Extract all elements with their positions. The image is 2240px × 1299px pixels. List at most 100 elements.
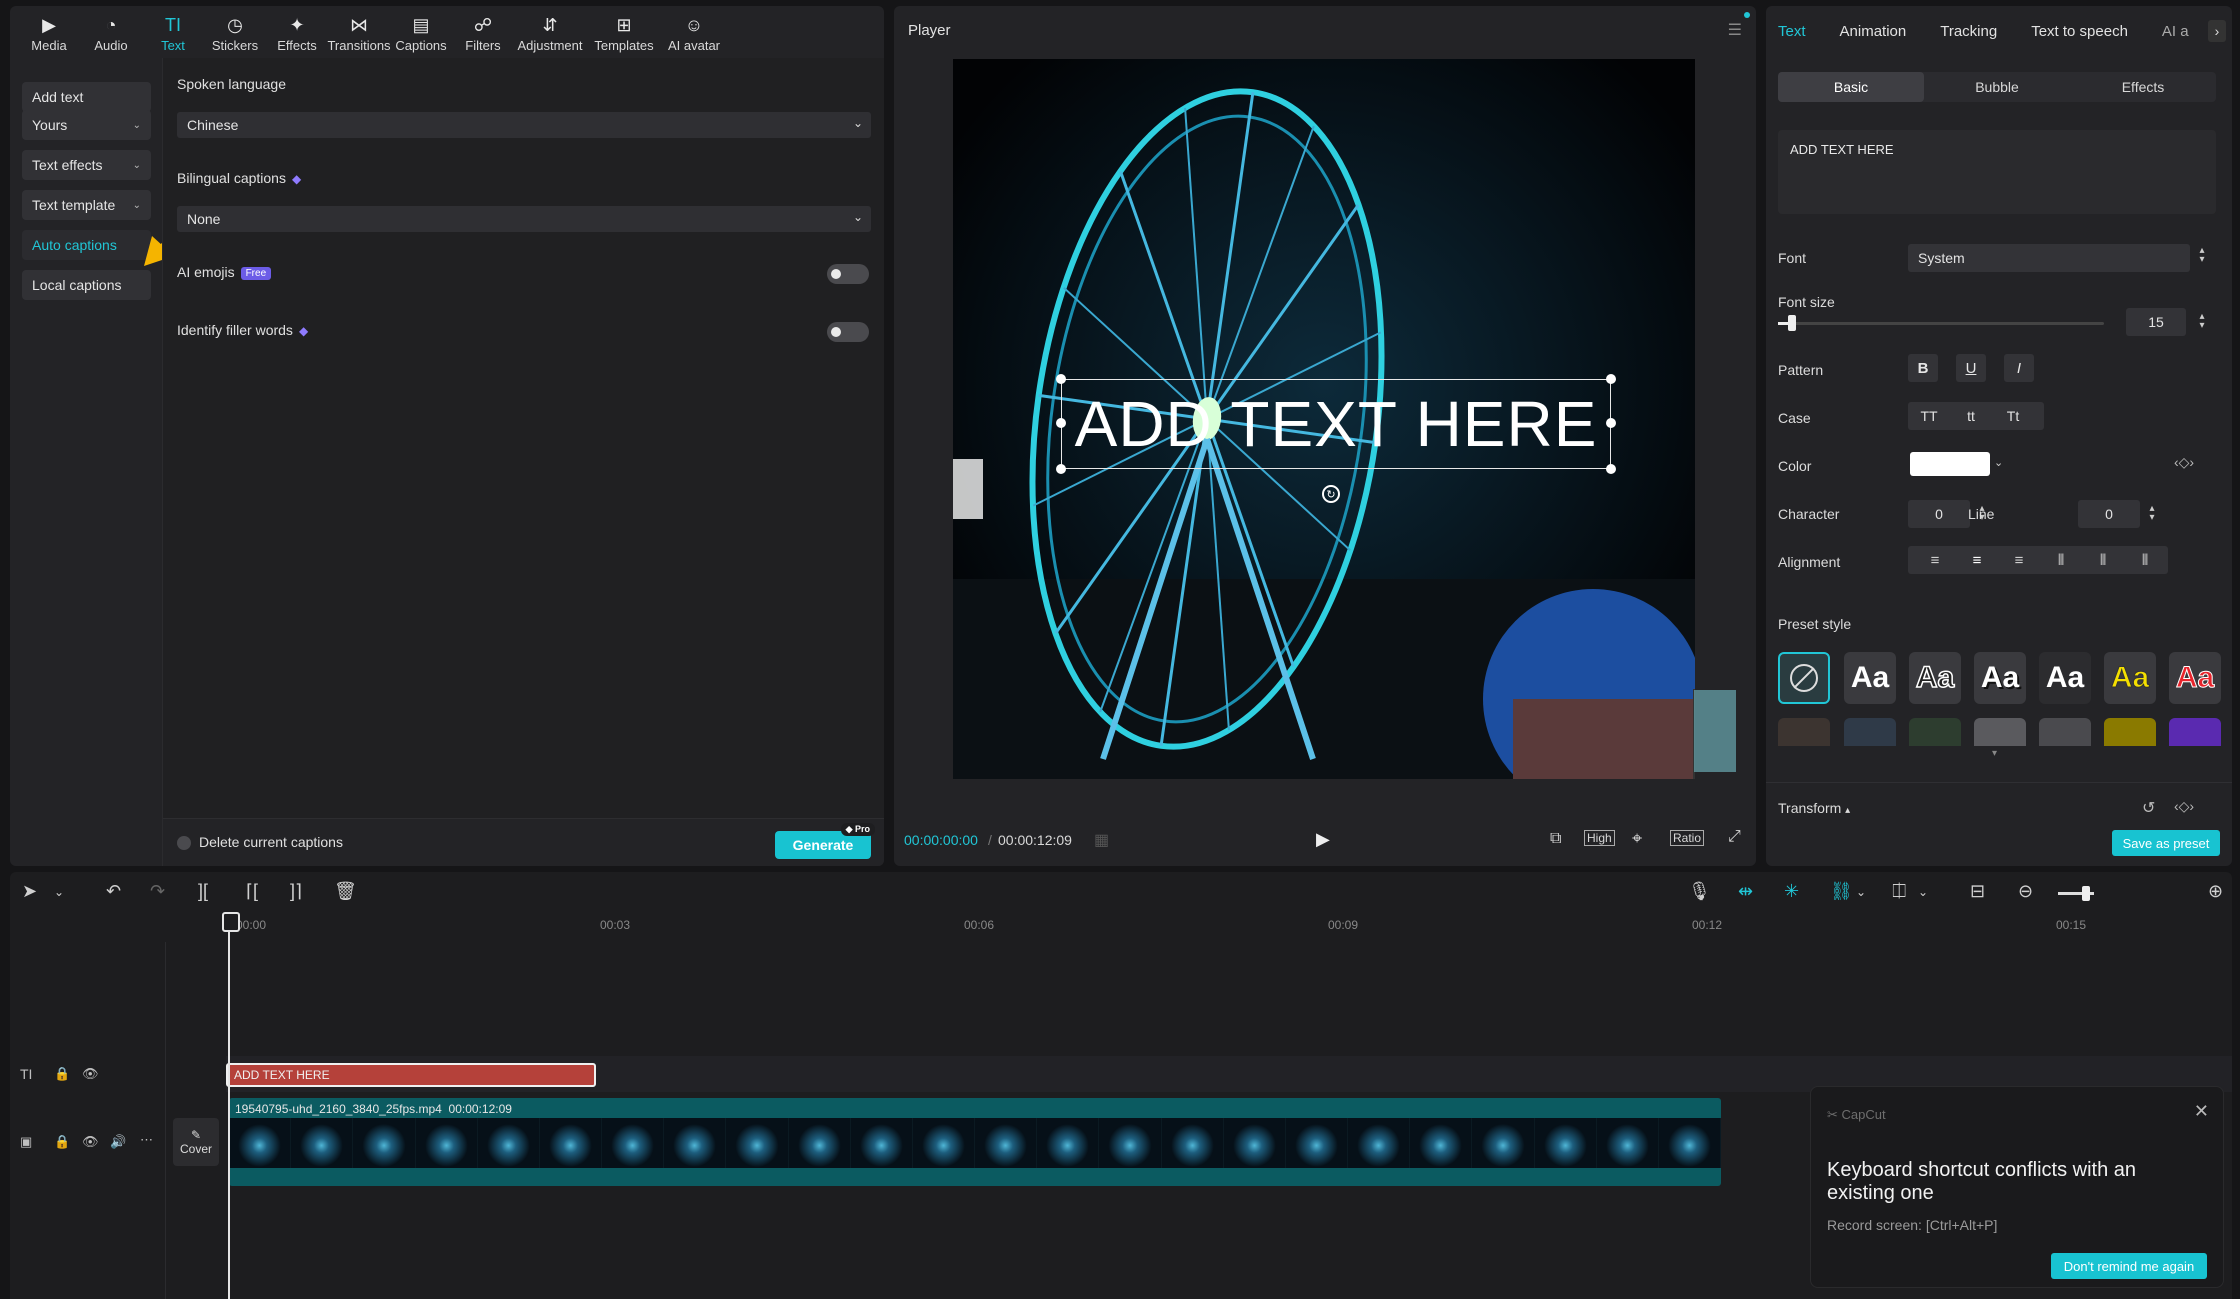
resize-handle[interactable] bbox=[1056, 374, 1066, 384]
case-upper-button[interactable]: TT bbox=[1908, 408, 1950, 424]
play-icon[interactable]: ▶ bbox=[1316, 829, 1330, 850]
case-lower-button[interactable]: tt bbox=[1950, 408, 1992, 424]
preset-style-9[interactable] bbox=[1909, 718, 1961, 746]
preset-style-12[interactable] bbox=[2104, 718, 2156, 746]
redo-icon[interactable]: ↷ bbox=[150, 881, 165, 902]
font-size-stepper[interactable]: ▴ ▾ bbox=[2196, 312, 2208, 331]
tool-audio[interactable]: ◔ Audio bbox=[80, 6, 142, 58]
preset-style-6[interactable]: Aa bbox=[2169, 652, 2221, 704]
tool-ai-avatar[interactable]: ☺ AI avatar bbox=[662, 6, 726, 58]
font-select-stepper[interactable]: ▴ ▾ bbox=[2196, 246, 2208, 265]
expand-presets-icon[interactable]: ▾ bbox=[1992, 748, 1997, 759]
tab-ai[interactable]: AI a bbox=[2162, 23, 2189, 40]
video-clip[interactable]: 19540795-uhd_2160_3840_25fps.mp4 00:00:1… bbox=[229, 1098, 1721, 1186]
auto-snap-icon[interactable]: ✳ bbox=[1784, 881, 1799, 902]
bold-button[interactable]: B bbox=[1908, 354, 1938, 382]
line-stepper[interactable]: ▴ ▾ bbox=[2146, 504, 2158, 523]
preset-style-3[interactable]: Aa bbox=[1974, 652, 2026, 704]
text-clip[interactable]: ADD TEXT HERE bbox=[226, 1063, 596, 1087]
tab-animation[interactable]: Animation bbox=[1840, 23, 1907, 40]
chevron-down-icon[interactable]: ⌄ bbox=[1856, 885, 1866, 899]
italic-button[interactable]: I bbox=[2004, 354, 2034, 382]
zoom-out-icon[interactable]: ⊖ bbox=[2018, 881, 2033, 902]
zoom-slider[interactable] bbox=[2058, 886, 2094, 901]
filler-words-toggle[interactable] bbox=[827, 322, 869, 342]
align-right-icon[interactable]: ≡ bbox=[1998, 552, 2040, 569]
slider-thumb[interactable] bbox=[1788, 315, 1796, 331]
pip-icon[interactable]: ⧉ bbox=[1550, 830, 1561, 848]
keyframe-icon[interactable]: ‹◇› bbox=[2174, 798, 2194, 815]
preset-style-7[interactable] bbox=[1778, 718, 1830, 746]
tool-media[interactable]: ▶ Media bbox=[18, 6, 80, 58]
split-left-icon[interactable]: ⌈[ bbox=[246, 881, 258, 902]
fit-timeline-icon[interactable]: ⊟ bbox=[1970, 881, 1985, 902]
more-icon[interactable]: ⋯ bbox=[140, 1132, 153, 1148]
transform-label[interactable]: Transform ▴ bbox=[1778, 800, 1850, 816]
line-input[interactable]: 0 bbox=[2078, 500, 2140, 528]
save-as-preset-button[interactable]: Save as preset bbox=[2112, 830, 2220, 856]
tab-text[interactable]: Text bbox=[1778, 23, 1806, 40]
font-size-slider[interactable] bbox=[1778, 315, 2104, 331]
spoken-language-select[interactable]: Chinese ⌄ bbox=[177, 112, 871, 138]
font-select[interactable]: System bbox=[1908, 244, 2190, 272]
case-title-button[interactable]: Tt bbox=[1992, 408, 2034, 424]
lock-icon[interactable]: 🔒 bbox=[54, 1134, 70, 1150]
timeline-ruler[interactable]: 00:00 00:03 00:06 00:09 00:12 00:15 bbox=[236, 918, 2226, 940]
microphone-icon[interactable]: 🎙 bbox=[1688, 881, 1711, 902]
select-tool-icon[interactable]: ➤ bbox=[22, 881, 37, 902]
tab-text-to-speech[interactable]: Text to speech bbox=[2031, 23, 2128, 40]
split-icon[interactable]: ][ bbox=[198, 881, 208, 902]
playhead[interactable] bbox=[222, 912, 240, 1299]
character-input[interactable]: 0 bbox=[1908, 500, 1970, 528]
reset-icon[interactable]: ↺ bbox=[2142, 798, 2155, 818]
nav-add-text[interactable]: Add text bbox=[22, 82, 151, 112]
cover-button[interactable]: ✎ Cover bbox=[173, 1118, 219, 1166]
video-preview[interactable]: ADD TEXT HERE ↻ bbox=[953, 59, 1695, 779]
font-size-input[interactable]: 15 bbox=[2126, 308, 2186, 336]
chevron-down-icon[interactable]: ⌄ bbox=[1918, 885, 1928, 899]
preview-axis-icon[interactable]: ⎅ bbox=[1892, 881, 1906, 902]
linkage-icon[interactable]: ⛓ bbox=[1830, 881, 1853, 902]
color-swatch[interactable] bbox=[1910, 452, 1990, 476]
scroll-thumb[interactable] bbox=[1694, 690, 1736, 772]
resize-handle[interactable] bbox=[1056, 418, 1066, 428]
eye-icon[interactable]: 👁 bbox=[82, 1066, 99, 1082]
preset-style-8[interactable] bbox=[1844, 718, 1896, 746]
tab-tracking[interactable]: Tracking bbox=[1940, 23, 1997, 40]
preset-style-13[interactable] bbox=[2169, 718, 2221, 746]
resize-handle[interactable] bbox=[1606, 464, 1616, 474]
tool-adjustment[interactable]: ⇵ Adjustment bbox=[514, 6, 586, 58]
chevron-right-icon[interactable]: › bbox=[2208, 20, 2226, 42]
delete-icon[interactable]: 🗑 bbox=[334, 881, 357, 902]
text-overlay-box[interactable]: ADD TEXT HERE bbox=[1056, 374, 1616, 474]
text-content-input[interactable]: ADD TEXT HERE bbox=[1778, 130, 2216, 214]
slider-thumb[interactable] bbox=[2082, 886, 2090, 901]
preset-style-10[interactable] bbox=[1974, 718, 2026, 746]
menu-icon[interactable]: ☰ bbox=[1728, 20, 1742, 40]
delete-captions-checkbox[interactable] bbox=[177, 836, 191, 850]
subtab-bubble[interactable]: Bubble bbox=[1924, 72, 2070, 102]
ai-emojis-toggle[interactable] bbox=[827, 264, 869, 284]
nav-local-captions[interactable]: Local captions bbox=[22, 270, 151, 300]
align-middle-icon[interactable]: ⦀ bbox=[2082, 552, 2124, 569]
split-right-icon[interactable]: ]⌉ bbox=[290, 881, 302, 902]
fullscreen-icon[interactable]: ⤢ bbox=[1728, 828, 1741, 846]
tool-filters[interactable]: ☍ Filters bbox=[452, 6, 514, 58]
focus-icon[interactable]: ⌖ bbox=[1632, 828, 1642, 849]
undo-icon[interactable]: ↶ bbox=[106, 881, 121, 902]
dont-remind-button[interactable]: Don't remind me again bbox=[2051, 1253, 2207, 1279]
preset-style-2[interactable]: Aa bbox=[1909, 652, 1961, 704]
preset-style-4[interactable]: Aa bbox=[2039, 652, 2091, 704]
timeline-grid-icon[interactable]: ▦ bbox=[1094, 830, 1109, 850]
resize-handle[interactable] bbox=[1056, 464, 1066, 474]
tool-captions[interactable]: ▤ Captions bbox=[390, 6, 452, 58]
align-top-icon[interactable]: ⦀ bbox=[2040, 552, 2082, 569]
bilingual-captions-select[interactable]: None ⌄ bbox=[177, 206, 871, 232]
preset-style-11[interactable] bbox=[2039, 718, 2091, 746]
resize-handle[interactable] bbox=[1606, 374, 1616, 384]
rotate-icon[interactable]: ↻ bbox=[1322, 485, 1340, 503]
generate-button[interactable]: Generate ◆ Pro bbox=[775, 823, 875, 859]
tool-text[interactable]: TI Text bbox=[142, 6, 204, 58]
chevron-down-icon[interactable]: ⌄ bbox=[54, 885, 64, 899]
tool-templates[interactable]: ⊞ Templates bbox=[586, 6, 662, 58]
